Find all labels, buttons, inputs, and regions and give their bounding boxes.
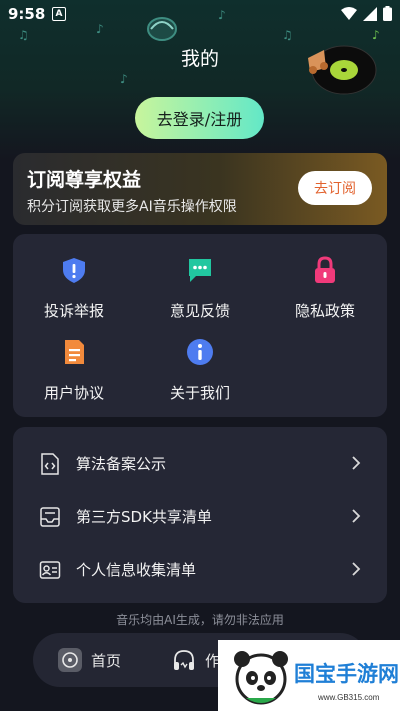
menu-item-label: 意见反馈	[169, 302, 230, 320]
status-time: 9:58	[8, 5, 46, 23]
chat-icon	[189, 259, 211, 282]
music-note-icon: ♪	[96, 22, 104, 36]
list-item-algorithm-filing[interactable]: 算法备案公示	[13, 438, 387, 490]
tab-home[interactable]: 首页	[57, 633, 121, 687]
watermark-text: 国宝手游网	[294, 662, 399, 686]
menu-item-label: 隐私政策	[294, 302, 355, 320]
music-note-icon: ♫	[18, 28, 29, 42]
list-item-label: 个人信息收集清单	[76, 561, 197, 579]
list-item-third-party-sdk[interactable]: 第三方SDK共享清单	[13, 491, 387, 543]
menu-item-user-agreement[interactable]: 用户协议	[19, 338, 129, 403]
shield-icon	[63, 258, 85, 283]
chevron-right-icon	[352, 509, 361, 523]
headphones-decoration-icon	[147, 17, 177, 41]
subscription-description: 积分订阅获取更多AI音乐操作权限	[27, 199, 237, 215]
watermark-url: www.GB315.com	[318, 693, 380, 702]
battery-icon	[383, 6, 392, 21]
notification-icon: A	[52, 7, 66, 21]
menu-item-complaint[interactable]: 投诉举报	[19, 256, 129, 321]
list-item-label: 算法备案公示	[76, 455, 167, 473]
chevron-right-icon	[352, 456, 361, 470]
watermark: 国宝手游网 www.GB315.com	[218, 640, 400, 711]
menu-item-about-us[interactable]: 关于我们	[145, 338, 255, 403]
music-note-icon: ♪	[218, 8, 226, 22]
tab-label: 首页	[91, 651, 122, 670]
home-disc-icon	[58, 648, 82, 672]
login-register-button[interactable]: 去登录/注册	[135, 97, 264, 139]
lock-icon	[315, 256, 335, 283]
menu-grid-card: 投诉举报 意见反馈 隐私政策 用户协议 关于我们	[13, 234, 387, 417]
id-card-icon	[39, 561, 61, 579]
tab-create[interactable]: 作	[171, 633, 220, 687]
code-file-icon	[41, 453, 59, 475]
menu-list-card: 算法备案公示 第三方SDK共享清单 个人信息收集清单	[13, 427, 387, 603]
music-note-icon: ♪	[120, 72, 128, 86]
info-icon	[187, 339, 213, 365]
status-bar: 9:58 A	[0, 0, 400, 28]
headphones-icon	[174, 650, 194, 670]
chevron-right-icon	[352, 562, 361, 576]
menu-item-privacy[interactable]: 隐私政策	[270, 256, 380, 321]
panda-logo-icon	[234, 651, 288, 705]
menu-item-label: 投诉举报	[43, 302, 104, 320]
page-title: 我的	[180, 48, 219, 70]
inbox-icon	[40, 507, 60, 527]
document-icon	[65, 340, 84, 364]
menu-item-feedback[interactable]: 意见反馈	[145, 256, 255, 321]
signal-icon	[363, 6, 377, 21]
subscription-title: 订阅尊享权益	[27, 169, 142, 191]
menu-item-label: 用户协议	[43, 384, 104, 402]
wifi-icon	[341, 6, 357, 20]
list-item-label: 第三方SDK共享清单	[76, 508, 212, 526]
subscribe-button[interactable]: 去订阅	[298, 171, 372, 205]
status-indicators	[341, 6, 392, 21]
list-item-personal-info[interactable]: 个人信息收集清单	[13, 544, 387, 596]
ai-disclaimer: 音乐均由AI生成，请勿非法应用	[116, 613, 284, 627]
subscription-banner: 订阅尊享权益 积分订阅获取更多AI音乐操作权限 去订阅	[13, 153, 387, 225]
music-note-icon: ♫	[282, 28, 293, 42]
menu-item-label: 关于我们	[169, 384, 230, 402]
